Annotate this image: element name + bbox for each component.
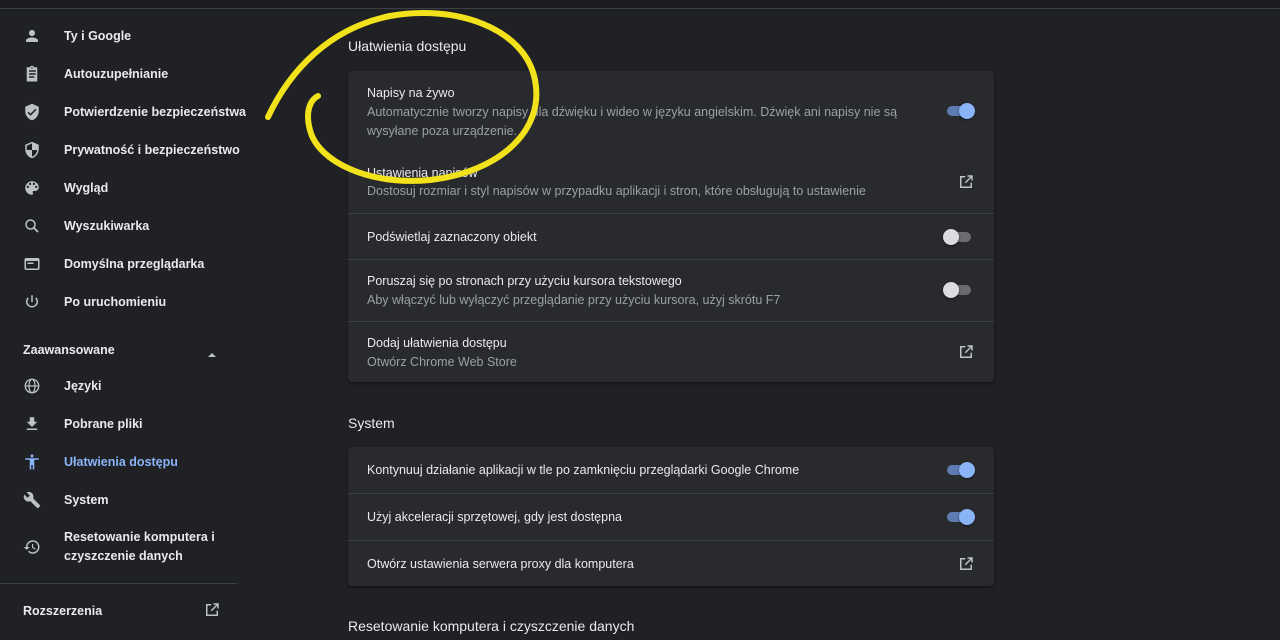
caret-browsing-title: Poruszaj się po stronach przy użyciu kur…: [367, 274, 682, 288]
system-section-title: System: [348, 415, 395, 431]
extensions-label: Rozszerzenia: [23, 604, 103, 618]
open-in-new-icon[interactable]: [957, 343, 975, 361]
hardware-acceleration-title: Użyj akceleracji sprzętowej, gdy jest do…: [367, 510, 622, 524]
clipboard-icon: [22, 64, 42, 84]
sidebar-item-label: Wyszukiwarka: [64, 219, 150, 233]
sidebar-item-label: Wygląd: [64, 181, 109, 195]
person-icon: [22, 26, 42, 46]
sidebar-item-label: Domyślna przeglądarka: [64, 257, 205, 271]
hardware-acceleration-row[interactable]: Użyj akceleracji sprzętowej, gdy jest do…: [348, 493, 994, 540]
accessibility-section-title: Ułatwienia dostępu: [348, 38, 467, 54]
caption-settings-description: Dostosuj rozmiar i styl napisów w przypa…: [367, 184, 866, 198]
sidebar-item-reset[interactable]: Resetowanie komputera i czyszczenie dany…: [0, 524, 250, 570]
live-captions-row[interactable]: Napisy na żywo Automatycznie tworzy napi…: [348, 71, 994, 151]
sidebar-item-search-engine[interactable]: Wyszukiwarka: [0, 207, 250, 245]
sidebar-item-you-and-google[interactable]: Ty i Google: [0, 17, 250, 55]
sidebar-item-appearance[interactable]: Wygląd: [0, 169, 250, 207]
sidebar-item-downloads[interactable]: Pobrane pliki: [0, 405, 250, 443]
sidebar-item-label: Języki: [64, 379, 102, 393]
shield-check-icon: [22, 102, 42, 122]
live-captions-title: Napisy na żywo: [367, 86, 455, 100]
caption-settings-title: Ustawienia napisów: [367, 166, 478, 180]
add-accessibility-row[interactable]: Dodaj ułatwienia dostępu Otwórz Chrome W…: [348, 321, 994, 382]
sidebar-divider: [0, 583, 237, 584]
caret-browsing-row[interactable]: Poruszaj się po stronach przy użyciu kur…: [348, 259, 994, 321]
accessibility-card: Napisy na żywo Automatycznie tworzy napi…: [348, 71, 994, 382]
highlight-object-toggle[interactable]: [943, 229, 973, 245]
hardware-acceleration-toggle[interactable]: [945, 509, 975, 525]
add-accessibility-title: Dodaj ułatwienia dostępu: [367, 336, 507, 350]
reset-section-title: Resetowanie komputera i czyszczenie dany…: [348, 618, 635, 634]
sidebar-item-system[interactable]: System: [0, 481, 250, 519]
highlight-object-title: Podświetlaj zaznaczony obiekt: [367, 230, 537, 244]
history-icon: [22, 537, 42, 557]
wrench-icon: [22, 490, 42, 510]
caret-browsing-toggle[interactable]: [943, 282, 973, 298]
caret-up-icon: [207, 346, 217, 364]
power-icon: [22, 292, 42, 312]
shield-icon: [22, 140, 42, 160]
caption-settings-row[interactable]: Ustawienia napisów Dostosuj rozmiar i st…: [348, 151, 994, 213]
open-in-new-icon[interactable]: [957, 555, 975, 573]
globe-icon: [22, 376, 42, 396]
highlight-object-row[interactable]: Podświetlaj zaznaczony obiekt: [348, 213, 994, 259]
background-apps-title: Kontynuuj działanie aplikacji w tle po z…: [367, 463, 800, 477]
live-captions-toggle[interactable]: [945, 103, 975, 119]
live-captions-description: Automatycznie tworzy napisy dla dźwięku …: [367, 105, 898, 138]
sidebar-item-languages[interactable]: Języki: [0, 367, 250, 405]
proxy-settings-title: Otwórz ustawienia serwera proxy dla komp…: [367, 557, 634, 571]
proxy-settings-row[interactable]: Otwórz ustawienia serwera proxy dla komp…: [348, 540, 994, 586]
settings-sidebar: Ty i Google Autouzupełnianie Potwierdzen…: [0, 16, 250, 640]
download-icon: [22, 414, 42, 434]
palette-icon: [22, 178, 42, 198]
sidebar-item-on-startup[interactable]: Po uruchomieniu: [0, 283, 250, 321]
sidebar-item-label: Prywatność i bezpieczeństwo: [64, 143, 240, 157]
search-icon: [22, 216, 42, 236]
sidebar-item-label: System: [64, 493, 109, 507]
sidebar-item-autofill[interactable]: Autouzupełnianie: [0, 55, 250, 93]
background-apps-toggle[interactable]: [945, 462, 975, 478]
sidebar-item-privacy[interactable]: Prywatność i bezpieczeństwo: [0, 131, 250, 169]
sidebar-item-label: Autouzupełnianie: [64, 67, 169, 81]
sidebar-item-label: Ułatwienia dostępu: [64, 455, 178, 469]
sidebar-item-label: Po uruchomieniu: [64, 295, 167, 309]
sidebar-item-extensions[interactable]: Rozszerzenia: [0, 598, 240, 624]
open-in-new-icon[interactable]: [957, 173, 975, 191]
system-card: Kontynuuj działanie aplikacji w tle po z…: [348, 447, 994, 586]
sidebar-item-accessibility[interactable]: Ułatwienia dostępu: [0, 443, 250, 481]
browser-icon: [22, 254, 42, 274]
sidebar-item-label: Ty i Google: [64, 29, 132, 43]
add-accessibility-description: Otwórz Chrome Web Store: [367, 355, 517, 369]
sidebar-item-safety-check[interactable]: Potwierdzenie bezpieczeństwa: [0, 93, 250, 131]
advanced-label: Zaawansowane: [23, 343, 115, 357]
advanced-section-toggle[interactable]: Zaawansowane: [0, 339, 240, 363]
background-apps-row[interactable]: Kontynuuj działanie aplikacji w tle po z…: [348, 447, 994, 493]
sidebar-item-default-browser[interactable]: Domyślna przeglądarka: [0, 245, 250, 283]
sidebar-item-label: Resetowanie komputera i czyszczenie dany…: [64, 530, 215, 563]
window-top-bar: [0, 0, 1280, 9]
sidebar-item-label: Potwierdzenie bezpieczeństwa: [64, 105, 246, 119]
open-in-new-icon: [203, 601, 221, 624]
caret-browsing-description: Aby włączyć lub wyłączyć przeglądanie pr…: [367, 293, 781, 307]
accessibility-icon: [22, 452, 42, 472]
sidebar-item-label: Pobrane pliki: [64, 417, 143, 431]
